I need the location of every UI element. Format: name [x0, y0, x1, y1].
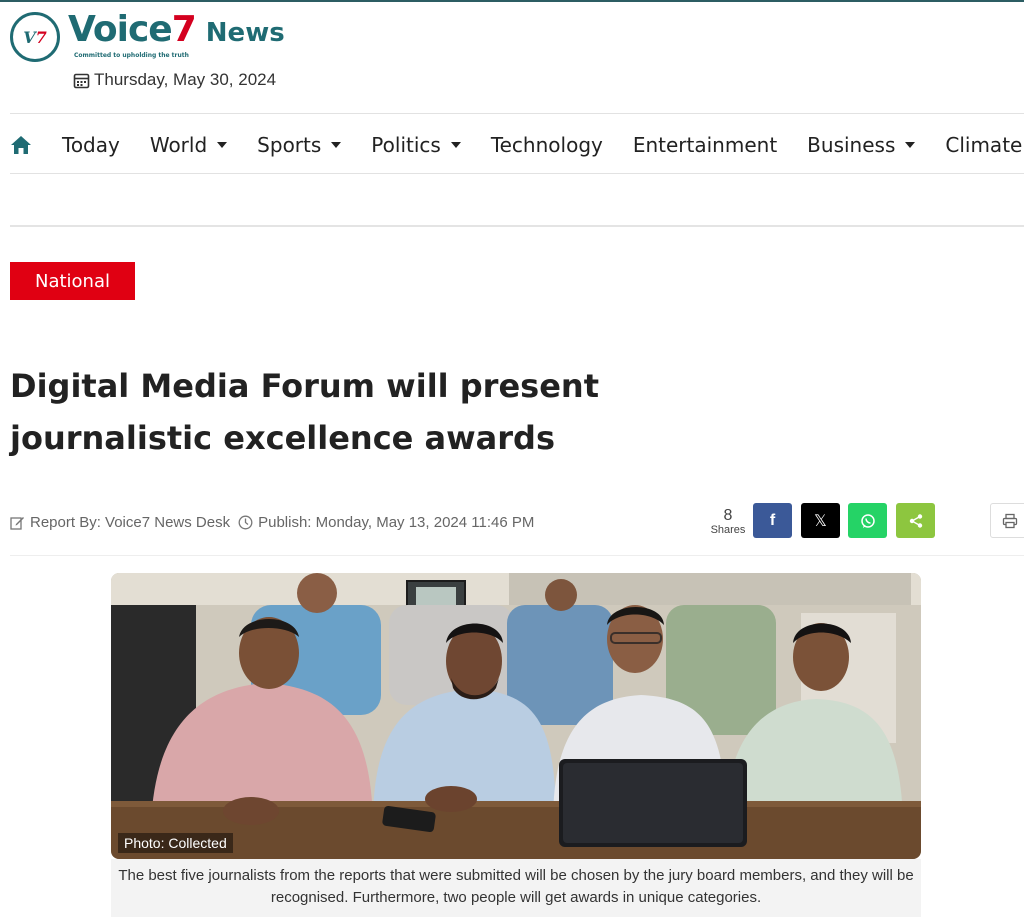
home-icon — [11, 136, 31, 154]
edit-icon — [10, 517, 24, 530]
share-count: 8 — [723, 507, 733, 524]
nav-item-sports[interactable]: Sports — [257, 133, 342, 157]
nav-item-climate[interactable]: Climate — [945, 133, 1022, 157]
logo-tagline: Committed to upholding the truth — [74, 52, 189, 59]
divider — [10, 225, 1024, 227]
nav-item-business[interactable]: Business — [807, 133, 916, 157]
print-icon — [1002, 513, 1018, 528]
divider — [10, 173, 1024, 174]
caret-down-icon — [905, 142, 916, 148]
generic-share-button[interactable] — [896, 503, 935, 538]
header-date: Thursday, May 30, 2024 — [73, 70, 276, 90]
nav-item-world[interactable]: World — [150, 133, 228, 157]
nav-item-entertainment[interactable]: Entertainment — [633, 133, 777, 157]
logo-wordmark: Voice7 News — [68, 9, 285, 50]
publish-date: Publish: Monday, May 13, 2024 11:46 PM — [258, 514, 535, 531]
print-button[interactable] — [990, 503, 1024, 538]
whatsapp-share-button[interactable] — [848, 503, 887, 538]
main-nav: Today World Sports Politics Technology E… — [10, 125, 1024, 165]
nav-item-technology[interactable]: Technology — [491, 133, 603, 157]
caret-down-icon — [450, 142, 461, 148]
whatsapp-icon — [860, 513, 875, 528]
article-meta: Report By: Voice7 News Desk Publish: Mon… — [10, 514, 534, 531]
share-count-label: Shares — [710, 524, 746, 536]
x-icon: 𝕏 — [814, 512, 827, 530]
top-accent-line — [0, 0, 1024, 2]
caret-down-icon — [217, 142, 228, 148]
article-headline: Digital Media Forum will present journal… — [10, 367, 599, 457]
divider — [10, 113, 1024, 114]
category-badge[interactable]: National — [10, 262, 135, 300]
share-counter: 8 Shares — [708, 507, 748, 536]
date-text: Thursday, May 30, 2024 — [94, 70, 277, 89]
clock-icon — [238, 515, 253, 530]
nav-item-politics[interactable]: Politics — [371, 133, 461, 157]
logo-emblem: V7 — [10, 12, 60, 62]
photo-caption: The best five journalists from the repor… — [111, 859, 921, 917]
share-icon — [909, 513, 922, 528]
x-share-button[interactable]: 𝕏 — [801, 503, 840, 538]
report-by: Report By: Voice7 News Desk — [30, 514, 231, 531]
nav-item-today[interactable]: Today — [62, 133, 120, 157]
nav-home-link[interactable] — [10, 134, 32, 156]
divider — [10, 555, 1024, 556]
facebook-share-button[interactable]: f — [753, 503, 792, 538]
calendar-icon — [73, 73, 90, 88]
caret-down-icon — [331, 142, 342, 148]
site-logo[interactable]: V7 Voice7 News Committed to upholding the… — [10, 12, 285, 62]
facebook-icon: f — [769, 511, 776, 529]
photo-credit: Photo: Collected — [118, 833, 233, 853]
article-photo[interactable] — [111, 573, 921, 859]
